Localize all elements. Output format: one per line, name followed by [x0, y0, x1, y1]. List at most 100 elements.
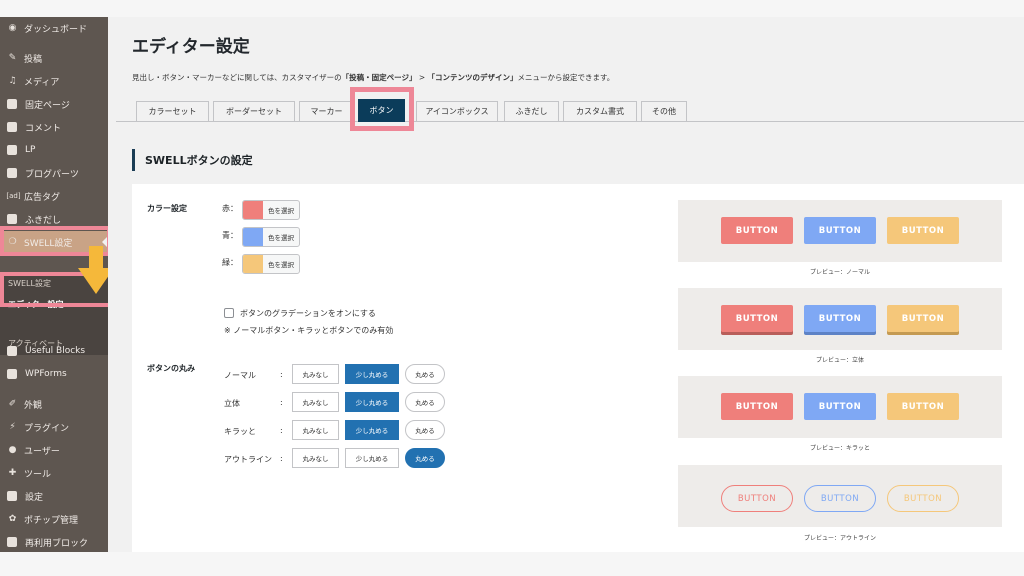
settings-panel: カラー設定 赤： 色を選択 青： 色を選択 緑： 色を選択 ボタンのグラデーショ… [132, 184, 1024, 552]
sidebar-item-label: 広告タグ [24, 192, 61, 203]
color-swatch-blue [243, 228, 263, 246]
preview-solid: BUTTON BUTTON BUTTON [678, 288, 1002, 350]
sidebar-item-label: メディア [24, 77, 60, 88]
color-settings-label: カラー設定 [147, 204, 187, 213]
tab-balloon[interactable]: ふきだし [504, 101, 559, 122]
sidebar-item-label: 外観 [24, 400, 43, 411]
radius-outline-none[interactable]: 丸みなし [292, 448, 339, 468]
sidebar-item-label: 設定 [25, 492, 44, 503]
radius-row-colon: : [280, 426, 283, 435]
preview-shiny: BUTTON BUTTON BUTTON [678, 376, 1002, 438]
tab-marker[interactable]: マーカー [299, 101, 354, 122]
tab-color-set[interactable]: カラーセット [136, 101, 209, 122]
sidebar-item-label: 固定ページ [25, 100, 70, 111]
sidebar-item-balloon[interactable]: ふきだし [0, 208, 108, 230]
tab-border-set[interactable]: ボーダーセット [213, 101, 295, 122]
page-icon [7, 99, 17, 109]
tab-custom-format[interactable]: カスタム書式 [563, 101, 637, 122]
sidebar-item-label: SWELL設定 [24, 238, 73, 249]
sidebar-item-label: ポチップ管理 [24, 515, 79, 526]
sidebar-item-label: LP [25, 145, 36, 155]
radius-outline-slight[interactable]: 少し丸める [345, 448, 399, 468]
sidebar-item-label: プラグイン [24, 423, 70, 434]
radius-row-label-outline: アウトライン [224, 455, 272, 464]
sidebar-item-media[interactable]: ♫ メディア [0, 70, 108, 92]
preview-button-yellow: BUTTON [887, 217, 959, 244]
radius-solid-none[interactable]: 丸みなし [292, 392, 339, 412]
sidebar-item-label: ブログパーツ [25, 169, 79, 180]
sidebar-item-blog-parts[interactable]: ブログパーツ [0, 162, 108, 184]
color-picker-text: 色を選択 [268, 207, 294, 215]
radius-normal-none[interactable]: 丸みなし [292, 364, 339, 384]
color-label-red: 赤： [222, 204, 238, 213]
radius-normal-slight[interactable]: 少し丸める [345, 364, 399, 384]
radius-row-colon: : [280, 454, 283, 463]
preview-caption-shiny: プレビュー：キラッと [809, 445, 870, 452]
radius-row-label-normal: ノーマル [224, 371, 256, 380]
sidebar-item-label: WPForms [25, 369, 67, 379]
color-picker-blue[interactable]: 色を選択 [242, 227, 300, 247]
preview-button-blue: BUTTON [804, 305, 876, 332]
paw-icon: ✿ [8, 514, 17, 524]
submenu-item-editor-settings[interactable]: エディター設定 [8, 299, 63, 310]
radius-solid-slight[interactable]: 少し丸める [345, 392, 399, 412]
media-icon: ♫ [8, 76, 17, 86]
radius-outline-round[interactable]: 丸める [405, 448, 445, 468]
radius-normal-round[interactable]: 丸める [405, 364, 445, 384]
radius-row-label-shiny: キラッと [224, 427, 256, 436]
radius-row-label-solid: 立体 [224, 399, 240, 408]
gradient-note: ※ ノーマルボタン・キラッとボタンでのみ有効 [224, 326, 394, 335]
sidebar-item-useful-blocks[interactable]: Useful Blocks [0, 340, 108, 362]
sidebar-item-appearance[interactable]: ✐ 外観 [0, 393, 108, 415]
sidebar-item-comments[interactable]: コメント [0, 116, 108, 138]
tab-button[interactable]: ボタン [358, 99, 405, 122]
gradient-checkbox[interactable] [224, 308, 234, 318]
balloon-icon [7, 214, 17, 224]
sidebar-item-lp[interactable]: LP [0, 139, 108, 161]
sidebar-item-plugins[interactable]: ⚡ プラグイン [0, 416, 108, 438]
sidebar-item-wpforms[interactable]: WPForms [0, 363, 108, 385]
preview-caption-normal: プレビュー：ノーマル [809, 269, 870, 276]
preview-button-red: BUTTON [721, 485, 793, 512]
submenu-item-swell-settings[interactable]: SWELL設定 [8, 278, 51, 289]
radius-solid-round[interactable]: 丸める [405, 392, 445, 412]
radius-row-colon: : [280, 370, 283, 379]
sidebar-item-settings[interactable]: 設定 [0, 485, 108, 507]
sidebar-item-dashboard[interactable]: ◉ ダッシュボード [0, 17, 108, 39]
preview-normal: BUTTON BUTTON BUTTON [678, 200, 1002, 262]
sidebar-item-pochipp[interactable]: ✿ ポチップ管理 [0, 508, 108, 530]
sidebar-item-ad-tag[interactable]: [ad] 広告タグ [0, 185, 108, 207]
radius-shiny-round[interactable]: 丸める [405, 420, 445, 440]
useful-blocks-icon [7, 346, 17, 356]
color-picker-green[interactable]: 色を選択 [242, 254, 300, 274]
sidebar-item-reusable-blocks[interactable]: 再利用ブロック [0, 531, 108, 553]
sidebar-item-label: 再利用ブロック [25, 538, 89, 549]
sidebar-item-label: ツール [24, 469, 52, 480]
blog-parts-icon [7, 168, 17, 178]
sidebar-item-pages[interactable]: 固定ページ [0, 93, 108, 115]
main-content: エディター設定 見出し・ボタン・マーカーなどに関しては、カスタマイザーの「投稿・… [108, 17, 1024, 552]
preview-button-yellow: BUTTON [887, 393, 959, 420]
preview-button-blue: BUTTON [804, 485, 876, 512]
sidebar-item-posts[interactable]: ✎ 投稿 [0, 47, 108, 69]
sidebar-item-tools[interactable]: ✚ ツール [0, 462, 108, 484]
preview-caption-outline: プレビュー：アウトライン [803, 535, 876, 542]
sidebar-item-users[interactable]: ● ユーザー [0, 439, 108, 461]
settings-icon [7, 491, 17, 501]
palette-icon: ◉ [8, 23, 17, 33]
tab-other[interactable]: その他 [641, 101, 687, 122]
radius-shiny-slight[interactable]: 少し丸める [345, 420, 399, 440]
gradient-checkbox-label: ボタンのグラデーションをオンにする [240, 309, 376, 318]
preview-button-yellow: BUTTON [887, 305, 959, 332]
radius-settings-label: ボタンの丸み [147, 364, 195, 373]
sidebar-item-label: ダッシュボード [24, 24, 88, 35]
color-picker-text: 色を選択 [268, 261, 294, 269]
color-picker-red[interactable]: 色を選択 [242, 200, 300, 220]
sidebar-item-label: ユーザー [24, 446, 60, 457]
color-swatch-red [243, 201, 263, 219]
pin-icon: ✎ [8, 53, 17, 63]
radius-shiny-none[interactable]: 丸みなし [292, 420, 339, 440]
preview-button-blue: BUTTON [804, 217, 876, 244]
tab-icon-box[interactable]: アイコンボックス [416, 101, 498, 122]
sidebar-item-label: ふきだし [25, 215, 62, 226]
